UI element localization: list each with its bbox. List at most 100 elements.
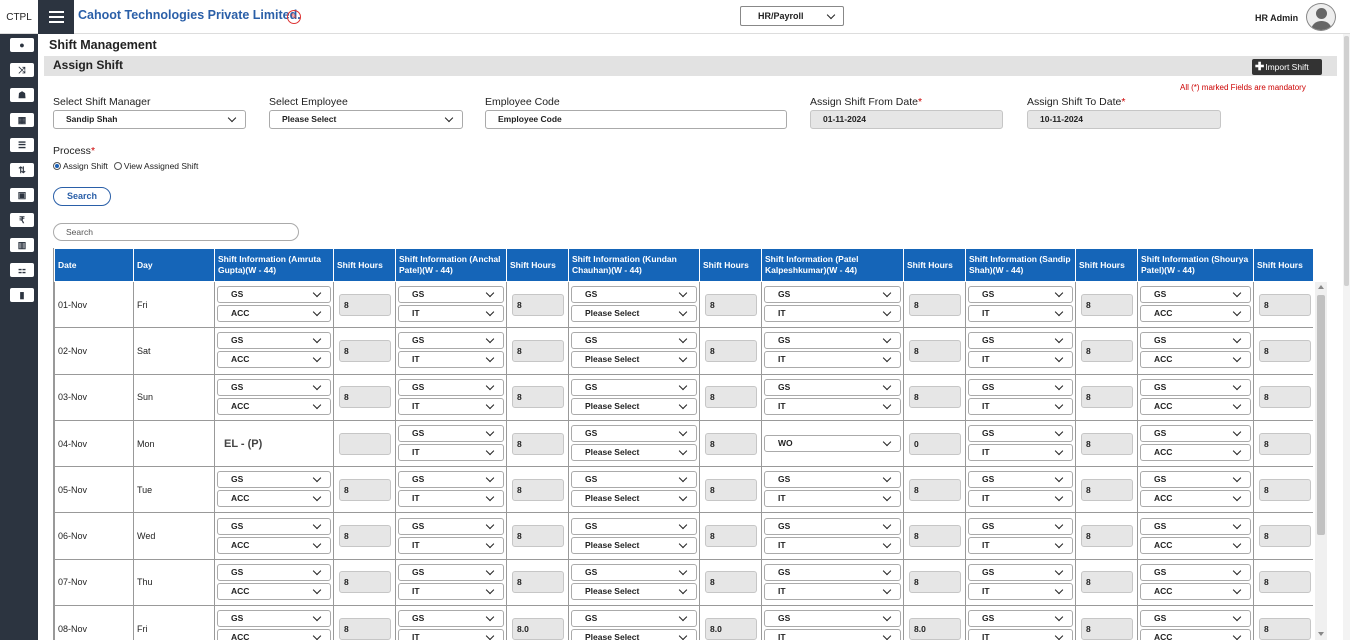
avatar[interactable] <box>1306 3 1336 31</box>
sort-icon[interactable]: ⇅ <box>10 163 34 177</box>
shift-select[interactable]: ACC <box>217 629 331 640</box>
shift-select[interactable]: GS <box>1140 332 1251 350</box>
shift-select[interactable]: IT <box>398 397 504 415</box>
team-icon[interactable]: ☗ <box>10 88 34 102</box>
shift-select[interactable]: GS <box>398 471 504 489</box>
shift-select[interactable]: WO <box>764 434 901 452</box>
shift-select[interactable]: IT <box>968 397 1073 415</box>
shift-select[interactable]: GS <box>571 425 697 443</box>
shift-hours-input[interactable]: 8 <box>1259 525 1311 548</box>
shift-hours-input[interactable]: 8 <box>705 478 757 501</box>
shift-hours-input[interactable]: 8.0 <box>705 617 757 640</box>
shift-select[interactable]: GS <box>764 610 901 628</box>
column-header[interactable]: Shift Information (Anchal Patel)(W - 44) <box>395 248 507 282</box>
search-button[interactable]: Search <box>53 187 111 206</box>
shift-select[interactable]: GS <box>968 332 1073 350</box>
shift-hours-input[interactable]: 8.0 <box>909 617 961 640</box>
bookmark-icon[interactable]: ▮ <box>10 288 34 302</box>
shift-select[interactable]: GS <box>1140 610 1251 628</box>
list-icon[interactable]: ☰ <box>10 138 34 152</box>
column-header[interactable]: Shift Information (Sandip Shah)(W - 44) <box>965 248 1076 282</box>
shift-select[interactable]: GS <box>1140 286 1251 304</box>
shift-select[interactable]: GS <box>571 563 697 581</box>
shift-select[interactable]: IT <box>398 351 504 369</box>
shift-select[interactable]: IT <box>968 536 1073 554</box>
shift-select[interactable]: IT <box>398 629 504 640</box>
employee-code-input[interactable]: Employee Code <box>485 110 787 129</box>
shift-hours-input[interactable]: 0 <box>909 432 961 455</box>
shift-select[interactable]: GS <box>764 286 901 304</box>
shift-hours-input[interactable]: 8 <box>705 386 757 409</box>
shift-hours-input[interactable]: 8 <box>512 478 564 501</box>
shift-select[interactable]: Please Select <box>571 582 697 600</box>
shift-hours-input[interactable]: 8 <box>705 293 757 316</box>
shift-select[interactable]: ACC <box>1140 629 1251 640</box>
shift-hours-input[interactable]: 8 <box>1081 386 1133 409</box>
shift-hours-input[interactable]: 8 <box>339 571 391 594</box>
shift-select[interactable]: GS <box>217 471 331 489</box>
shift-hours-input[interactable]: 8 <box>1259 617 1311 640</box>
shift-select[interactable]: Please Select <box>571 351 697 369</box>
shift-hours-input[interactable]: 8 <box>512 293 564 316</box>
shift-select[interactable]: ACC <box>1140 351 1251 369</box>
shift-hours-input[interactable]: 8 <box>705 432 757 455</box>
import-shift-button[interactable]: ✚Import Shift <box>1252 59 1322 75</box>
shift-hours-input[interactable]: 8 <box>1081 617 1133 640</box>
shift-hours-input[interactable]: 8 <box>909 571 961 594</box>
shift-select[interactable]: GS <box>217 610 331 628</box>
shift-select[interactable]: ACC <box>217 536 331 554</box>
shift-hours-input[interactable]: 8 <box>909 478 961 501</box>
column-header[interactable]: Date <box>54 248 134 282</box>
calendar-icon[interactable]: ▦ <box>10 113 34 127</box>
shift-select[interactable]: GS <box>571 332 697 350</box>
shift-hours-input[interactable]: 8 <box>1081 339 1133 362</box>
shift-select[interactable]: GS <box>217 517 331 535</box>
shift-select[interactable]: IT <box>968 629 1073 640</box>
column-header[interactable]: Shift Information (Kundan Chauhan)(W - 4… <box>568 248 700 282</box>
shift-hours-input[interactable]: 8.0 <box>512 617 564 640</box>
shift-hours-input[interactable]: 8 <box>909 339 961 362</box>
shift-select[interactable]: GS <box>571 517 697 535</box>
shift-select[interactable]: GS <box>764 563 901 581</box>
shift-hours-input[interactable]: 8 <box>909 386 961 409</box>
shift-hours-input[interactable]: 8 <box>339 293 391 316</box>
shift-select[interactable]: IT <box>968 351 1073 369</box>
column-header[interactable]: Shift Hours <box>333 248 396 282</box>
shift-hours-input[interactable]: 8 <box>1259 386 1311 409</box>
shift-select[interactable]: IT <box>398 582 504 600</box>
shift-select[interactable]: GS <box>1140 378 1251 396</box>
shift-select[interactable]: GS <box>398 517 504 535</box>
shift-hours-input[interactable]: 8 <box>339 617 391 640</box>
shift-select[interactable]: IT <box>764 351 901 369</box>
shift-hours-input[interactable]: 8 <box>1259 293 1311 316</box>
shift-select[interactable]: GS <box>764 332 901 350</box>
shift-select[interactable]: GS <box>398 610 504 628</box>
shift-select[interactable]: ACC <box>1140 582 1251 600</box>
shift-hours-input[interactable]: 8 <box>705 571 757 594</box>
shift-select[interactable]: GS <box>571 471 697 489</box>
shift-select[interactable]: IT <box>398 490 504 508</box>
grid-search-input[interactable]: Search <box>53 223 299 241</box>
shift-select[interactable]: GS <box>968 378 1073 396</box>
shift-hours-input[interactable]: 8 <box>512 432 564 455</box>
shift-select[interactable]: Please Select <box>571 305 697 323</box>
shift-hours-input[interactable]: 8 <box>512 571 564 594</box>
shift-hours-input[interactable]: 8 <box>339 525 391 548</box>
shift-select[interactable]: IT <box>398 444 504 462</box>
shift-select[interactable]: GS <box>571 378 697 396</box>
shift-hours-input[interactable]: 8 <box>1081 478 1133 501</box>
shift-select[interactable]: GS <box>571 286 697 304</box>
shift-select[interactable]: ACC <box>217 397 331 415</box>
shift-hours-input[interactable]: 8 <box>705 525 757 548</box>
column-header[interactable]: Day <box>133 248 215 282</box>
shift-select[interactable]: GS <box>968 563 1073 581</box>
rupee-icon[interactable]: ₹ <box>10 213 34 227</box>
shift-select[interactable]: IT <box>968 444 1073 462</box>
shift-select[interactable]: IT <box>764 536 901 554</box>
shift-select[interactable]: ACC <box>1140 397 1251 415</box>
shift-select[interactable]: ACC <box>217 351 331 369</box>
column-header[interactable]: Shift Hours <box>1253 248 1313 282</box>
shift-hours-input[interactable]: 8 <box>1259 478 1311 501</box>
shift-hours-input[interactable]: 8 <box>705 339 757 362</box>
shift-select[interactable]: GS <box>968 471 1073 489</box>
